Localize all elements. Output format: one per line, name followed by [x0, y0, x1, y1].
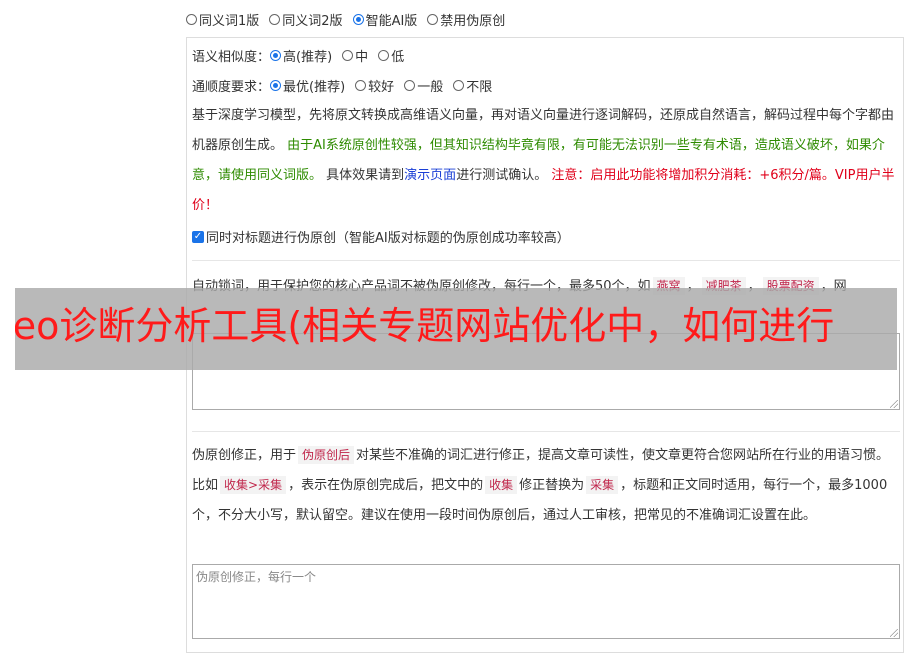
- fluency-option-label: 最优(推荐): [283, 80, 346, 95]
- fluency-option[interactable]: 不限: [453, 76, 492, 95]
- radio-button[interactable]: [342, 50, 354, 61]
- radio-button[interactable]: [352, 13, 364, 25]
- mode-option[interactable]: 智能AI版: [352, 10, 418, 29]
- fluency-option-label: 较好: [368, 80, 395, 95]
- fluency-option[interactable]: 最优(推荐): [270, 76, 345, 95]
- correction-tag: 伪原创后: [298, 446, 355, 464]
- mode-option-label: 禁用伪原创: [440, 13, 506, 29]
- similarity-option-label: 低: [391, 50, 405, 65]
- correction-desc-3: ，表示在伪原创完成后，把文中的: [288, 478, 484, 493]
- mode-option[interactable]: 同义词1版: [186, 10, 259, 29]
- resize-handle[interactable]: [890, 400, 898, 408]
- fluency-options: 最优(推荐) 较好 一般 不限: [270, 76, 502, 95]
- radio-button[interactable]: [378, 50, 390, 61]
- radio-button[interactable]: [427, 13, 439, 25]
- radio-button[interactable]: [186, 13, 197, 25]
- ai-description: 基于深度学习模型，先将原文转换成高维语义向量，再对语义向量进行逐词解码，还原成自…: [192, 101, 900, 221]
- similarity-option[interactable]: 中: [342, 46, 368, 65]
- correction-tag: 收集>采集: [220, 476, 287, 494]
- similarity-options: 高(推荐) 中 低: [270, 46, 414, 65]
- correction-tag: 收集: [485, 476, 518, 494]
- similarity-option-label: 高(推荐): [283, 50, 333, 65]
- fluency-option[interactable]: 一般: [404, 76, 443, 95]
- mode-option-label: 智能AI版: [365, 13, 418, 29]
- rewrite-mode-group: 同义词1版 同义词2版 智能AI版 禁用伪原创: [186, 10, 515, 29]
- radio-button[interactable]: [270, 80, 282, 91]
- radio-button[interactable]: [453, 80, 465, 91]
- banner-title: seo诊断分析工具(相关专题网站优化中，如何进行: [15, 304, 835, 348]
- mode-option[interactable]: 同义词2版: [269, 10, 343, 29]
- mode-option[interactable]: 禁用伪原创: [427, 10, 505, 29]
- fluency-option[interactable]: 较好: [355, 76, 394, 95]
- ai-desc-part4: 进行测试确认。: [456, 168, 548, 183]
- correction-desc-4: 修正替换为: [519, 478, 585, 493]
- similarity-row: 语义相似度： 高(推荐) 中 低: [192, 46, 414, 65]
- title-rewrite-row[interactable]: ✓ 同时对标题进行伪原创（智能AI版对标题的伪原创成功率较高）: [192, 227, 570, 246]
- ai-desc-part3: 具体效果请到: [326, 168, 405, 183]
- radio-button[interactable]: [270, 50, 282, 61]
- fluency-row: 通顺度要求： 最优(推荐) 较好 一般 不限: [192, 76, 502, 95]
- correction-placeholder: 伪原创修正，每行一个: [196, 570, 317, 584]
- title-rewrite-checkbox[interactable]: ✓: [192, 230, 204, 243]
- fluency-option-label: 一般: [417, 80, 444, 95]
- fluency-option-label: 不限: [466, 80, 493, 95]
- similarity-label: 语义相似度：: [192, 50, 271, 65]
- similarity-option[interactable]: 高(推荐): [270, 46, 332, 65]
- divider: [192, 431, 900, 432]
- fluency-label: 通顺度要求：: [192, 80, 271, 95]
- mode-option-label: 同义词2版: [282, 13, 343, 29]
- title-rewrite-label: 同时对标题进行伪原创（智能AI版对标题的伪原创成功率较高）: [206, 231, 570, 246]
- mode-option-label: 同义词1版: [199, 13, 260, 29]
- demo-page-link[interactable]: 演示页面: [404, 168, 456, 183]
- radio-button[interactable]: [404, 80, 416, 91]
- similarity-option-label: 中: [355, 50, 369, 65]
- correction-description: 伪原创修正，用于 伪原创后 对某些不准确的词汇进行修正，提高文章可读性，使文章更符合…: [192, 441, 900, 531]
- radio-button[interactable]: [269, 13, 281, 25]
- overlay-banner: seo诊断分析工具(相关专题网站优化中，如何进行: [15, 288, 897, 370]
- radio-button[interactable]: [355, 80, 367, 91]
- divider: [192, 260, 900, 261]
- correction-input[interactable]: 伪原创修正，每行一个: [192, 564, 900, 639]
- similarity-option[interactable]: 低: [378, 46, 404, 65]
- correction-desc-1: 伪原创修正，用于: [192, 448, 297, 463]
- resize-handle[interactable]: [890, 629, 898, 637]
- correction-tag: 采集: [586, 476, 619, 494]
